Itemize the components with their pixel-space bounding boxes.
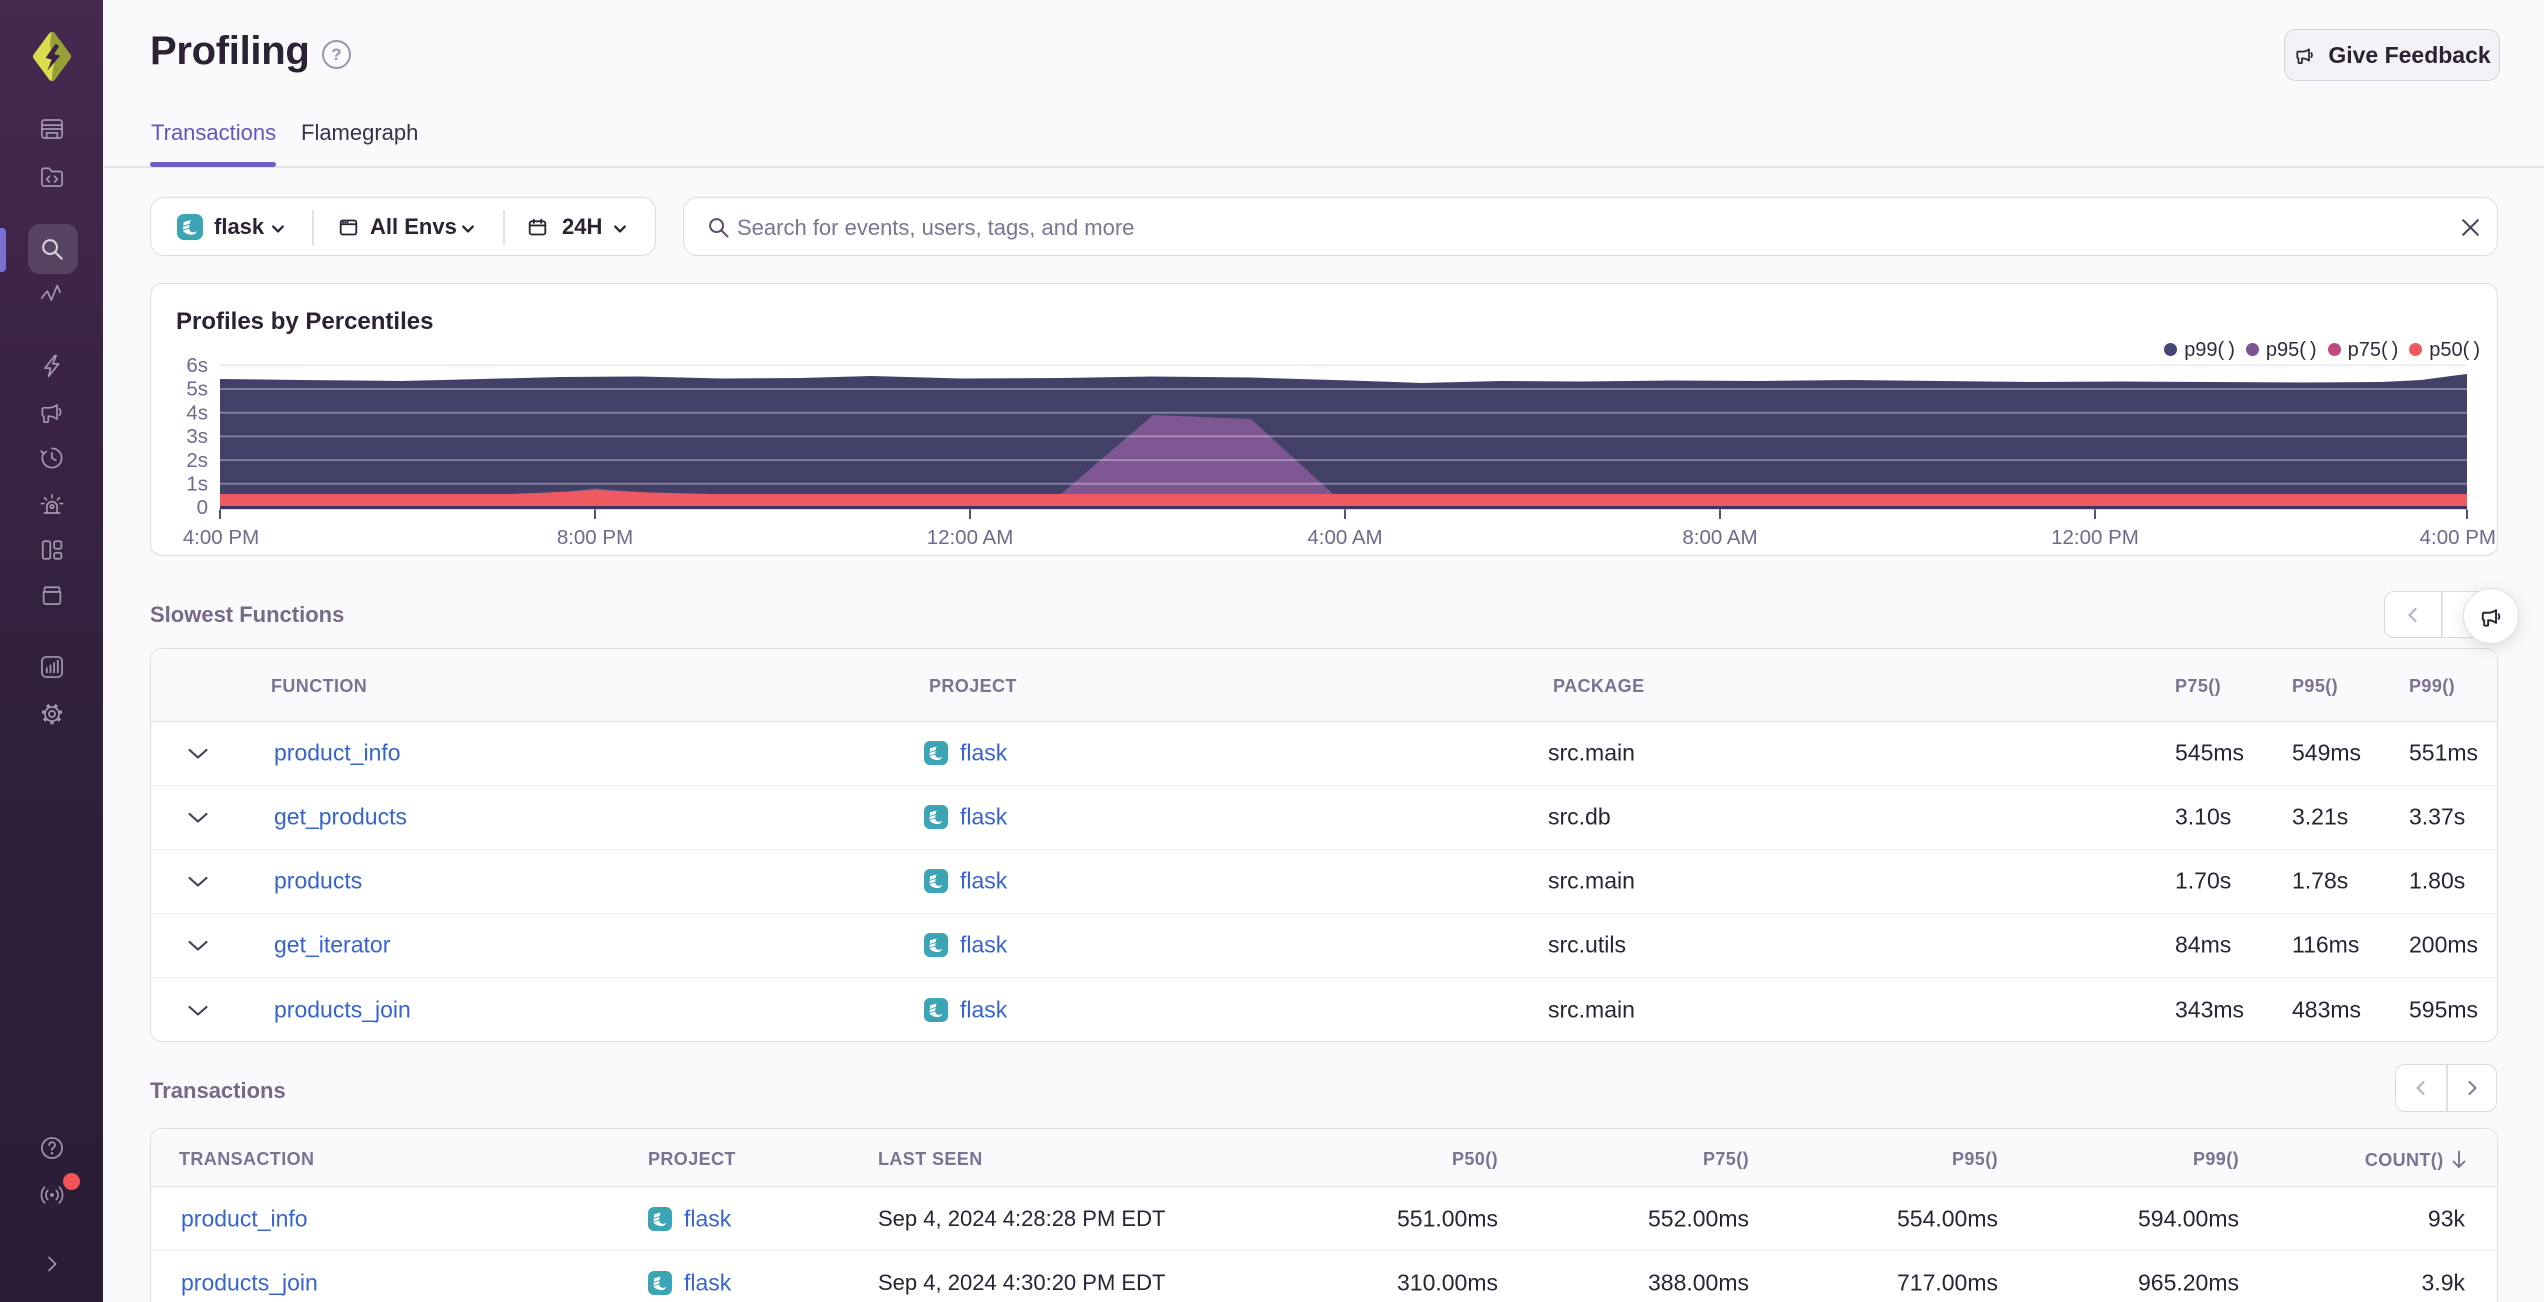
svg-text:4s: 4s (186, 401, 208, 424)
svg-text:12:00 PM: 12:00 PM (2051, 526, 2139, 549)
svg-text:3s: 3s (186, 425, 208, 448)
svg-text:2s: 2s (186, 449, 208, 472)
svg-text:0: 0 (197, 496, 208, 519)
svg-text:5s: 5s (186, 378, 208, 401)
svg-text:4:00 PM: 4:00 PM (2420, 526, 2496, 549)
svg-text:4:00 AM: 4:00 AM (1307, 526, 1382, 549)
svg-text:8:00 PM: 8:00 PM (557, 526, 633, 549)
svg-text:8:00 AM: 8:00 AM (1682, 526, 1757, 549)
svg-text:4:00 PM: 4:00 PM (183, 526, 259, 549)
svg-text:1s: 1s (186, 473, 208, 496)
svg-text:12:00 AM: 12:00 AM (927, 526, 1014, 549)
svg-text:6s: 6s (186, 354, 208, 377)
